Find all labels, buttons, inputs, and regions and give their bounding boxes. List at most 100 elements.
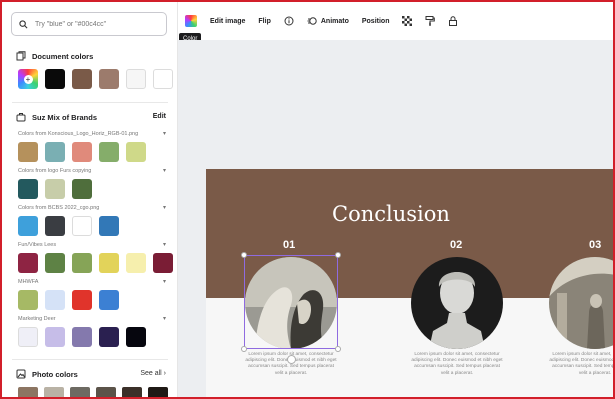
- position-label: Position: [361, 17, 390, 25]
- color-swatch[interactable]: [72, 69, 92, 89]
- palette-label: Fun/Vibes Lees: [18, 242, 57, 248]
- color-swatch[interactable]: [72, 179, 92, 199]
- color-swatch[interactable]: [44, 387, 64, 397]
- item-number[interactable]: 01: [283, 239, 295, 251]
- info-button[interactable]: [284, 16, 294, 26]
- chevron-down-icon[interactable]: ▾: [163, 278, 166, 285]
- resize-handle[interactable]: [241, 252, 247, 258]
- color-swatch[interactable]: [18, 327, 38, 347]
- search-icon: [19, 19, 28, 28]
- slide[interactable]: Conclusion 01 Lorem ipsum dolor sit amet…: [206, 169, 613, 397]
- color-swatch[interactable]: [99, 216, 119, 236]
- color-search-box[interactable]: [11, 12, 167, 36]
- bust-statue-image: [411, 257, 503, 349]
- color-swatch[interactable]: [45, 142, 65, 162]
- color-swatch[interactable]: [72, 327, 92, 347]
- color-swatch[interactable]: [45, 327, 65, 347]
- color-swatch[interactable]: [45, 253, 65, 273]
- plus-icon: +: [23, 74, 33, 84]
- color-swatch[interactable]: [45, 216, 65, 236]
- palette-label: Colors from logo Furs copying: [18, 168, 92, 174]
- see-all-label: See all: [140, 370, 162, 377]
- color-swatch[interactable]: [126, 253, 146, 273]
- animate-button[interactable]: Animato: [307, 16, 349, 26]
- item-image[interactable]: [411, 257, 503, 349]
- flip-button[interactable]: Flip: [258, 18, 270, 25]
- transparency-button[interactable]: [402, 16, 413, 26]
- chevron-down-icon[interactable]: ▾: [163, 241, 166, 248]
- color-swatch[interactable]: [72, 290, 92, 310]
- animate-label: Animato: [320, 17, 349, 25]
- slide-title[interactable]: Conclusion: [206, 202, 576, 226]
- color-button[interactable]: [185, 15, 197, 27]
- color-swatch[interactable]: [70, 387, 90, 397]
- color-swatch[interactable]: [126, 142, 146, 162]
- brand-kit-header: Suz Mix of Brands: [16, 112, 97, 122]
- lock-button[interactable]: [448, 16, 458, 26]
- color-swatch[interactable]: [99, 327, 119, 347]
- resize-handle[interactable]: [335, 252, 341, 258]
- palette-swatches: [18, 327, 146, 347]
- divider: [12, 102, 168, 103]
- item-number[interactable]: 02: [450, 239, 462, 251]
- color-swatch[interactable]: [96, 387, 116, 397]
- color-swatch[interactable]: [126, 327, 146, 347]
- palette-swatches: [18, 142, 146, 162]
- resize-handle[interactable]: [335, 346, 341, 352]
- chevron-down-icon[interactable]: ▾: [163, 315, 166, 322]
- style-button[interactable]: [425, 16, 436, 26]
- app-window: Document colors + Suz Mix of Brands Edit…: [0, 0, 615, 399]
- resize-handle[interactable]: [241, 346, 247, 352]
- document-colors-swatches: +: [18, 69, 173, 89]
- position-button[interactable]: Position: [362, 18, 390, 25]
- color-swatch[interactable]: [148, 387, 168, 397]
- see-all-link[interactable]: See all ›: [140, 370, 166, 377]
- color-swatch[interactable]: [18, 290, 38, 310]
- image-toolbar: Edit image Flip Animato Position: [178, 2, 613, 40]
- palette-label: Colors from BCBS 2022_cgo.png: [18, 205, 100, 211]
- color-swatch[interactable]: [99, 142, 119, 162]
- animate-icon: [307, 17, 317, 25]
- item-number[interactable]: 03: [589, 239, 601, 251]
- rotate-icon[interactable]: [287, 355, 296, 364]
- color-swatch[interactable]: [18, 253, 38, 273]
- brand-kit-edit-link[interactable]: Edit: [153, 113, 166, 120]
- design-canvas[interactable]: Conclusion 01 Lorem ipsum dolor sit amet…: [178, 40, 613, 397]
- color-swatch[interactable]: [153, 253, 173, 273]
- document-colors-title: Document colors: [32, 51, 94, 61]
- image-icon: [16, 369, 26, 379]
- edit-image-button[interactable]: Edit image: [210, 18, 245, 25]
- item-description[interactable]: Lorem ipsum dolor sit amet, consectetur …: [549, 352, 613, 377]
- color-swatch[interactable]: [122, 387, 142, 397]
- item-description[interactable]: Lorem ipsum dolor sit amet, consectetur …: [411, 352, 503, 377]
- color-swatch[interactable]: [18, 179, 38, 199]
- add-color-swatch[interactable]: +: [18, 69, 38, 89]
- chevron-down-icon[interactable]: ▾: [163, 167, 166, 174]
- color-search-input[interactable]: [35, 20, 155, 28]
- palette-label: MHWFA: [18, 279, 39, 285]
- color-swatch[interactable]: [18, 142, 38, 162]
- color-swatch[interactable]: [99, 69, 119, 89]
- color-swatch[interactable]: [45, 179, 65, 199]
- transparency-icon: [402, 16, 413, 26]
- palette-swatches: [18, 216, 119, 236]
- color-swatch[interactable]: [99, 290, 119, 310]
- color-swatch[interactable]: [99, 253, 119, 273]
- color-swatch[interactable]: [72, 253, 92, 273]
- divider: [12, 359, 168, 360]
- color-swatch[interactable]: [45, 69, 65, 89]
- color-swatch[interactable]: [45, 290, 65, 310]
- selection-box[interactable]: [241, 252, 341, 364]
- color-swatch[interactable]: [72, 216, 92, 236]
- palette-swatches: [18, 179, 92, 199]
- color-swatch[interactable]: [126, 69, 146, 89]
- color-swatch[interactable]: [18, 387, 38, 397]
- color-swatch[interactable]: [153, 69, 173, 89]
- palette-swatches: [18, 253, 173, 273]
- chevron-down-icon[interactable]: ▾: [163, 204, 166, 211]
- brand-kit-title: Suz Mix of Brands: [32, 112, 98, 122]
- color-swatch[interactable]: [72, 142, 92, 162]
- color-swatch[interactable]: [18, 216, 38, 236]
- chevron-down-icon[interactable]: ▾: [163, 130, 166, 137]
- photo-colors-title: Photo colors: [32, 369, 78, 379]
